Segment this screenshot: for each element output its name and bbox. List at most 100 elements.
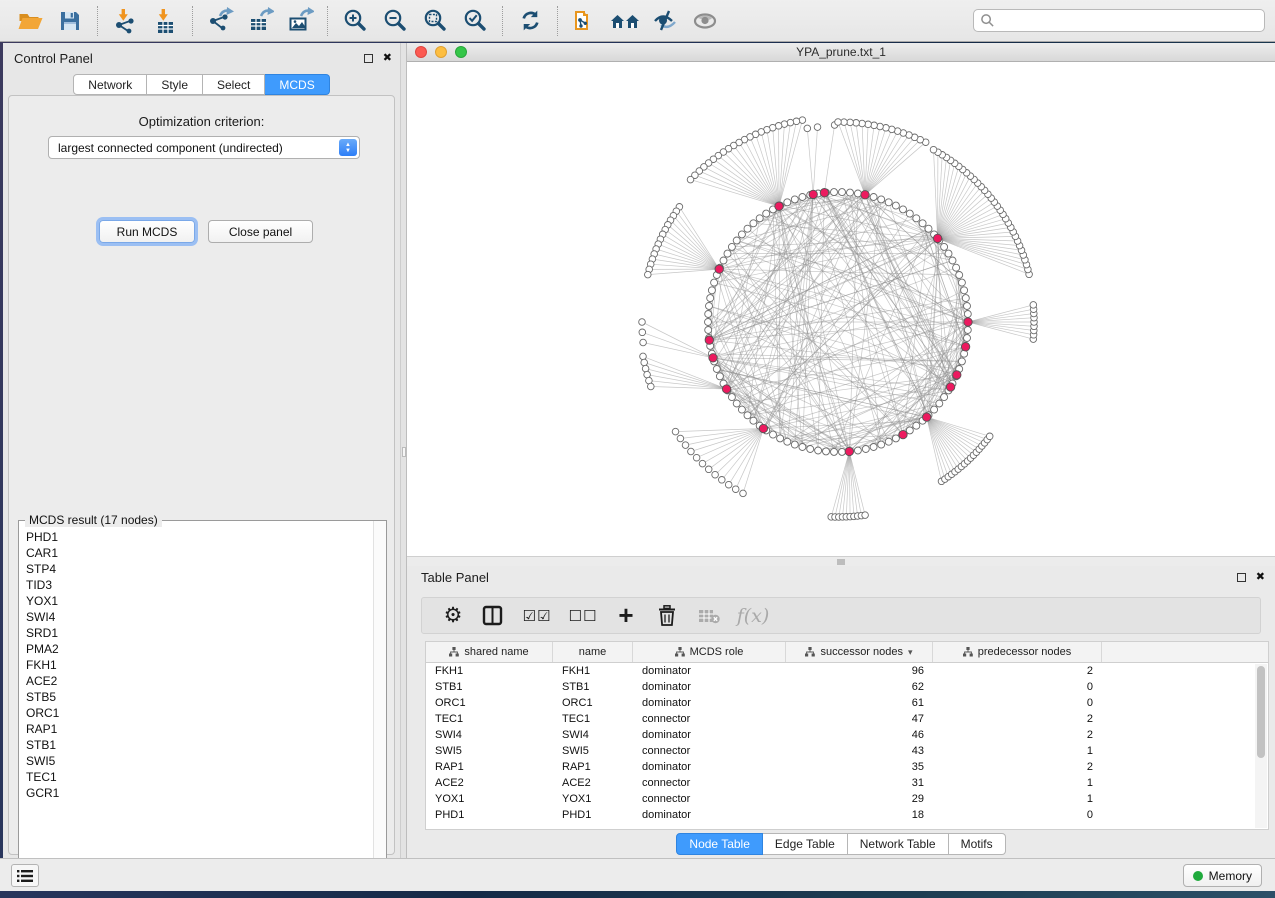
mcds-result-item[interactable]: YOX1 — [26, 593, 373, 609]
tab-edge-table[interactable]: Edge Table — [763, 833, 848, 855]
table-cell: 29 — [786, 793, 933, 805]
save-session-button[interactable] — [50, 3, 90, 39]
table-row[interactable]: RAP1RAP1dominator352 — [426, 759, 1268, 775]
mcds-result-item[interactable]: ORC1 — [26, 705, 373, 721]
export-table-button[interactable] — [240, 3, 280, 39]
mcds-result-item[interactable]: RAP1 — [26, 721, 373, 737]
tab-node-table[interactable]: Node Table — [676, 833, 763, 855]
mcds-result-item[interactable]: PHD1 — [26, 529, 373, 545]
toolbar-separator — [192, 6, 193, 36]
table-cell: 1 — [933, 777, 1102, 789]
export-image-button[interactable] — [280, 3, 320, 39]
hide-visual-properties-button[interactable] — [645, 3, 685, 39]
memory-button[interactable]: Memory — [1183, 864, 1262, 887]
checked-boxes-icon: ☑☑ — [523, 607, 552, 625]
table-row[interactable]: SWI4SWI4dominator462 — [426, 727, 1268, 743]
clone-network-button[interactable] — [565, 3, 605, 39]
table-header-row: shared namenameMCDS rolesuccessor nodes▾… — [426, 642, 1268, 663]
mcds-result-item[interactable]: CAR1 — [26, 545, 373, 561]
close-panel-icon[interactable]: ✖ — [383, 54, 392, 63]
zoom-fit-icon — [422, 8, 448, 34]
column-header-predecessor-nodes[interactable]: predecessor nodes — [933, 642, 1102, 662]
show-columns-button[interactable] — [470, 601, 514, 631]
zoom-in-button[interactable] — [335, 3, 375, 39]
column-header-shared-name[interactable]: shared name — [426, 642, 553, 662]
float-panel-icon[interactable] — [1237, 573, 1246, 582]
table-row[interactable]: PHD1PHD1dominator180 — [426, 807, 1268, 823]
table-row[interactable]: SWI5SWI5connector431 — [426, 743, 1268, 759]
float-panel-icon[interactable] — [364, 54, 373, 63]
mcds-result-item[interactable]: GCR1 — [26, 785, 373, 801]
select-all-button[interactable]: ☑☑ — [514, 601, 560, 631]
horizontal-splitter[interactable] — [407, 556, 1275, 566]
mcds-result-item[interactable]: ACE2 — [26, 673, 373, 689]
mcds-result-item[interactable]: TEC1 — [26, 769, 373, 785]
mcds-result-item[interactable]: SWI4 — [26, 609, 373, 625]
zoom-selected-button[interactable] — [455, 3, 495, 39]
table-row[interactable]: FKH1FKH1dominator962 — [426, 663, 1268, 679]
tab-network[interactable]: Network — [73, 74, 147, 95]
table-tabs: Node TableEdge TableNetwork TableMotifs — [407, 833, 1275, 855]
tab-network-table[interactable]: Network Table — [848, 833, 949, 855]
delete-table-button[interactable] — [688, 601, 730, 631]
mcds-result-item[interactable]: STP4 — [26, 561, 373, 577]
delete-columns-button[interactable] — [646, 601, 688, 631]
mcds-result-item[interactable]: PMA2 — [26, 641, 373, 657]
close-panel-icon[interactable]: ✖ — [1256, 573, 1265, 582]
mcds-result-item[interactable]: SRD1 — [26, 625, 373, 641]
table-scrollbar[interactable] — [1255, 664, 1267, 828]
splitter-handle[interactable] — [837, 559, 845, 565]
refresh-button[interactable] — [510, 3, 550, 39]
zoom-fit-button[interactable] — [415, 3, 455, 39]
scrollbar-thumb[interactable] — [1257, 666, 1265, 758]
search-input[interactable] — [995, 14, 1258, 28]
mcds-result-item[interactable]: TID3 — [26, 577, 373, 593]
network-window-titlebar[interactable]: YPA_prune.txt_1 — [407, 43, 1275, 62]
show-graphics-details-button[interactable] — [685, 3, 725, 39]
toolbar-separator — [502, 6, 503, 36]
function-builder-button[interactable]: f(x) — [730, 601, 776, 631]
table-cell: 1 — [933, 793, 1102, 805]
network-graph[interactable] — [407, 62, 1275, 556]
tab-motifs[interactable]: Motifs — [949, 833, 1006, 855]
columns-icon — [482, 605, 503, 626]
import-network-button[interactable] — [105, 3, 145, 39]
table-row[interactable]: ORC1ORC1dominator610 — [426, 695, 1268, 711]
tab-mcds[interactable]: MCDS — [265, 74, 329, 95]
close-panel-button[interactable]: Close panel — [208, 220, 313, 243]
import-table-button[interactable] — [145, 3, 185, 39]
tab-select[interactable]: Select — [203, 74, 265, 95]
run-mcds-button[interactable]: Run MCDS — [99, 220, 195, 243]
export-image-icon — [287, 7, 314, 34]
optimization-criterion-label: Optimization criterion: — [9, 114, 394, 129]
zoom-out-button[interactable] — [375, 3, 415, 39]
vertical-splitter[interactable] — [400, 43, 407, 858]
table-row[interactable]: ACE2ACE2connector311 — [426, 775, 1268, 791]
mcds-list-scrollbar[interactable] — [373, 521, 386, 890]
column-header-successor-nodes[interactable]: successor nodes▾ — [786, 642, 933, 662]
table-row[interactable]: STB1STB1dominator620 — [426, 679, 1268, 695]
search-field[interactable] — [973, 9, 1265, 32]
mcds-result-item[interactable]: STB1 — [26, 737, 373, 753]
open-session-button[interactable] — [10, 3, 50, 39]
column-header-name[interactable]: name — [553, 642, 633, 662]
table-panel-title: Table Panel — [421, 570, 489, 585]
tab-style[interactable]: Style — [147, 74, 203, 95]
sort-indicator-icon: ▾ — [908, 647, 913, 658]
table-settings-button[interactable]: ⚙ — [436, 601, 470, 631]
task-history-button[interactable] — [11, 864, 39, 887]
export-network-button[interactable] — [200, 3, 240, 39]
column-header-MCDS-role[interactable]: MCDS role — [633, 642, 786, 662]
mcds-result-item[interactable]: SWI5 — [26, 753, 373, 769]
network-canvas[interactable] — [407, 62, 1275, 556]
first-neighbors-button[interactable] — [605, 3, 645, 39]
mcds-result-item[interactable]: FKH1 — [26, 657, 373, 673]
table-row[interactable]: TEC1TEC1connector472 — [426, 711, 1268, 727]
table-cell: 46 — [786, 729, 933, 741]
table-row[interactable]: YOX1YOX1connector291 — [426, 791, 1268, 807]
create-column-button[interactable]: + — [606, 601, 646, 631]
optimization-criterion-select[interactable]: largest connected component (undirected)… — [48, 136, 360, 159]
mcds-result-item[interactable]: STB5 — [26, 689, 373, 705]
splitter-handle[interactable] — [402, 447, 406, 457]
deselect-all-button[interactable]: ☐☐ — [560, 601, 606, 631]
